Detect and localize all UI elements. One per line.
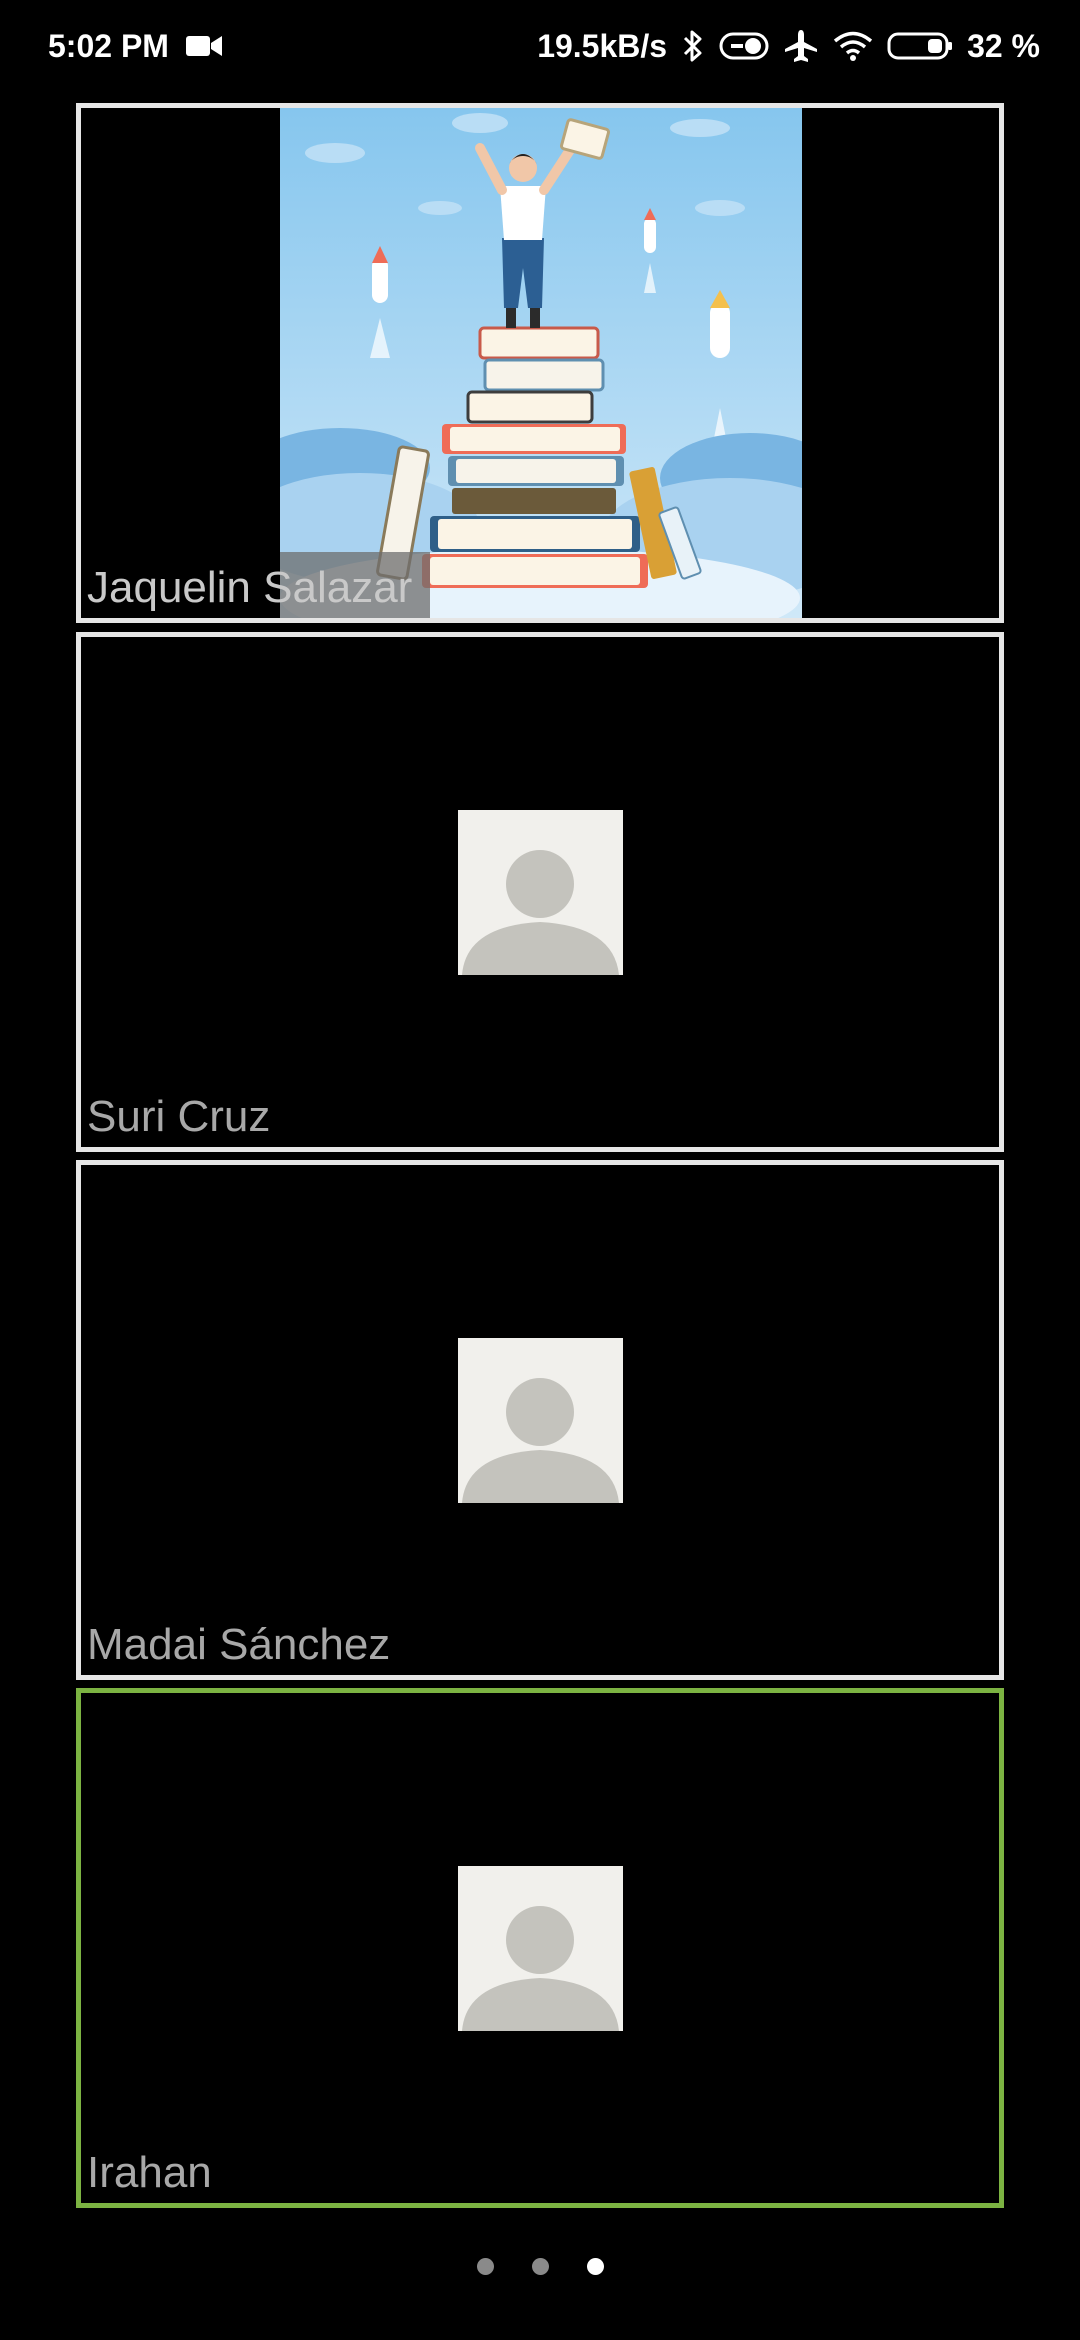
participant-tile-jaquelin[interactable]: Jaquelin Salazar bbox=[76, 103, 1004, 623]
page-dot-1[interactable] bbox=[476, 2258, 494, 2275]
participant-name: Suri Cruz bbox=[87, 1092, 271, 1141]
participant-tile-irahan[interactable]: Irahan bbox=[76, 1688, 1004, 2208]
participant-video bbox=[280, 108, 802, 618]
user-silhouette-icon bbox=[458, 1338, 623, 1503]
participant-name: Irahan bbox=[87, 2148, 212, 2197]
video-camera-icon bbox=[185, 33, 223, 59]
battery-icon bbox=[887, 31, 953, 61]
page-dot-2[interactable] bbox=[531, 2258, 549, 2275]
participant-name: Madai Sánchez bbox=[87, 1620, 391, 1669]
avatar-placeholder bbox=[458, 1866, 623, 2031]
bluetooth-icon bbox=[681, 28, 705, 64]
participant-tile-madai[interactable]: Madai Sánchez bbox=[76, 1160, 1004, 1680]
network-speed: 19.5kB/s bbox=[537, 27, 668, 64]
page-dot-3[interactable] bbox=[586, 2258, 604, 2275]
toggle-icon bbox=[719, 32, 769, 60]
meeting-gallery-screen: 5:02 PM 19.5kB/s 32 % Jaquelin Salazar S… bbox=[0, 0, 1080, 2340]
avatar-placeholder bbox=[458, 1338, 623, 1503]
avatar-placeholder bbox=[458, 810, 623, 975]
status-bar: 5:02 PM 19.5kB/s 32 % bbox=[0, 0, 1080, 92]
video-illustration bbox=[280, 108, 802, 618]
wifi-icon bbox=[833, 30, 873, 62]
status-left: 5:02 PM bbox=[48, 28, 223, 65]
user-silhouette-icon bbox=[458, 1866, 623, 2031]
status-time: 5:02 PM bbox=[48, 27, 169, 64]
airplane-icon bbox=[783, 28, 819, 64]
status-right: 19.5kB/s 32 % bbox=[537, 28, 1040, 65]
participant-name: Jaquelin Salazar bbox=[87, 563, 413, 612]
user-silhouette-icon bbox=[458, 810, 623, 975]
page-indicator[interactable] bbox=[0, 2258, 1080, 2275]
battery-percent: 32 % bbox=[967, 27, 1040, 64]
participant-tile-suri[interactable]: Suri Cruz bbox=[76, 632, 1004, 1152]
